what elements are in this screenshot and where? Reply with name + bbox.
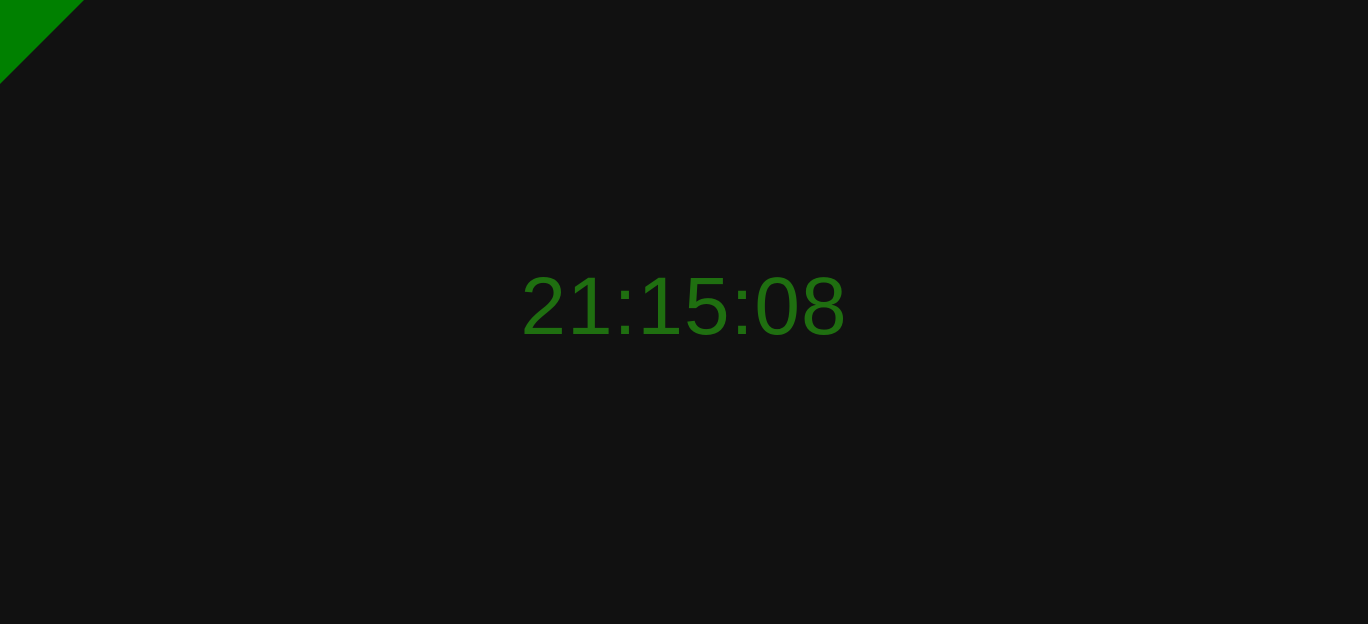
time-display: 21:15:08 bbox=[520, 261, 848, 352]
clock-screen: 21:15:08 bbox=[0, 0, 1368, 624]
corner-indicator bbox=[0, 0, 84, 84]
